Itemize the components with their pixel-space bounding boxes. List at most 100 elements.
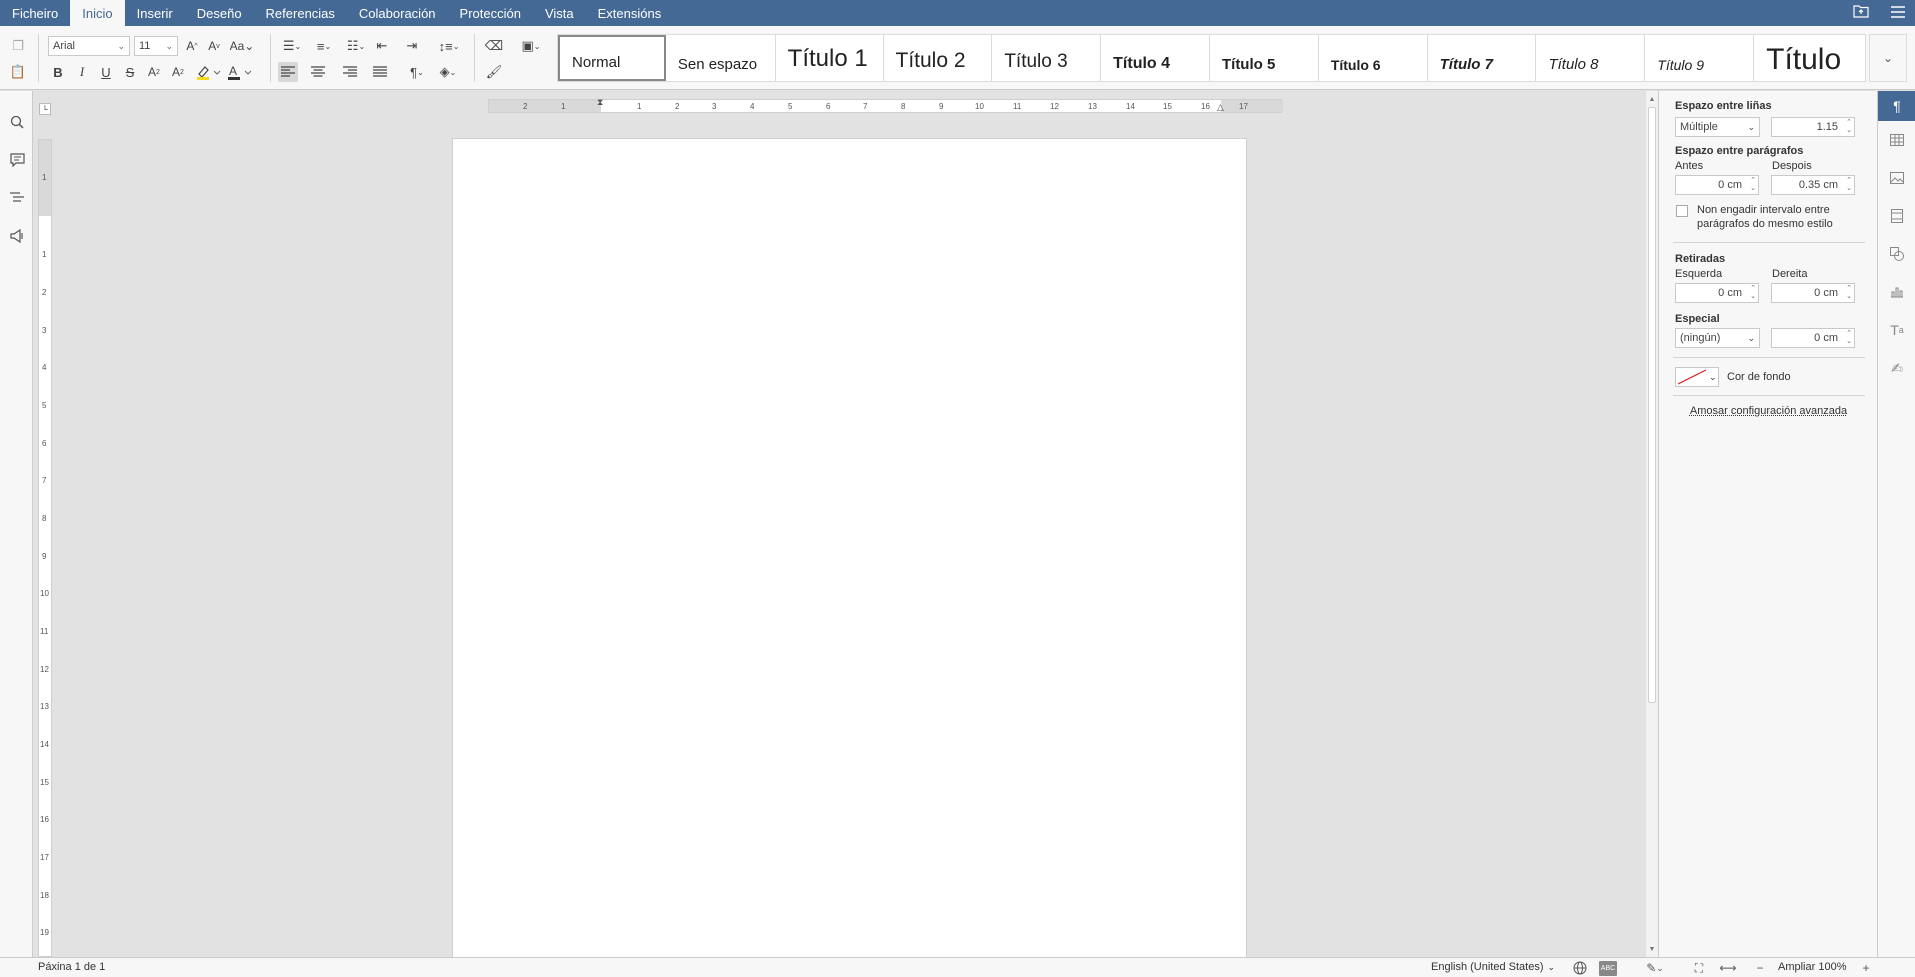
zoom-level[interactable]: Ampliar 100%: [1778, 961, 1846, 973]
shape-settings-icon[interactable]: [1886, 243, 1908, 265]
change-case-icon[interactable]: Aa⌄: [228, 36, 256, 56]
open-file-location-icon[interactable]: [1853, 4, 1869, 22]
tab-extensions[interactable]: Extensións: [586, 0, 674, 26]
vertical-scrollbar[interactable]: ▲ ▼: [1646, 91, 1658, 957]
tab-proteccion[interactable]: Protección: [448, 0, 533, 26]
indent-left-input[interactable]: 0 cm ⌃ ⌄: [1675, 283, 1759, 303]
justify-icon[interactable]: [370, 62, 390, 82]
zoom-in-icon[interactable]: +: [1857, 959, 1875, 977]
color-scheme-icon[interactable]: ▣ ⌄: [516, 36, 546, 56]
scroll-down-icon[interactable]: ▼: [1646, 943, 1658, 955]
copy-style-icon[interactable]: 🖌: [484, 62, 504, 82]
tab-deseno[interactable]: Deseño: [185, 0, 254, 26]
increase-font-icon[interactable]: A ^: [182, 36, 202, 56]
style-heading-2[interactable]: Título 2: [884, 35, 993, 81]
zoom-out-icon[interactable]: −: [1751, 959, 1769, 977]
numbered-list-icon[interactable]: ≡ ⌄: [310, 36, 338, 56]
horizontal-ruler[interactable]: ⧗ △ 2 1 1 2 3 4 5 6 7 8 9 10 11 12 13 14…: [488, 99, 1282, 113]
comments-icon[interactable]: [6, 149, 28, 171]
spinner-arrows-icon[interactable]: ⌃ ⌄: [1846, 330, 1852, 346]
tab-vista[interactable]: Vista: [533, 0, 586, 26]
clear-style-icon[interactable]: ⌫: [484, 36, 504, 56]
table-settings-icon[interactable]: [1886, 129, 1908, 151]
italic-icon[interactable]: I: [72, 62, 92, 82]
shading-icon[interactable]: ◈ ⌄: [434, 62, 462, 82]
spinner-arrows-icon[interactable]: ⌃ ⌄: [1846, 177, 1852, 193]
copy-icon[interactable]: ❐: [8, 36, 28, 56]
font-size-select[interactable]: 11 ⌄: [134, 36, 178, 56]
style-heading-5[interactable]: Título 5: [1210, 35, 1319, 81]
paragraph-settings-icon[interactable]: ¶: [1878, 91, 1915, 121]
paste-icon[interactable]: 📋: [8, 62, 28, 82]
spinner-arrows-icon[interactable]: ⌃ ⌄: [1846, 119, 1852, 135]
spellcheck-icon[interactable]: ABC: [1599, 961, 1617, 976]
multilevel-list-icon[interactable]: ☷ ⌄: [342, 36, 370, 56]
styles-expand-button[interactable]: ⌄: [1869, 34, 1907, 82]
tab-ficheiro[interactable]: Ficheiro: [0, 0, 70, 26]
scroll-up-icon[interactable]: ▲: [1646, 93, 1658, 105]
advanced-settings-link[interactable]: Amosar configuración avanzada: [1659, 405, 1878, 417]
hamburger-menu-icon[interactable]: [1891, 5, 1905, 22]
fit-width-icon[interactable]: ⟷: [1719, 959, 1737, 977]
fit-page-icon[interactable]: ⛶: [1690, 959, 1708, 977]
tab-inicio[interactable]: Inicio: [70, 0, 124, 26]
style-heading-4[interactable]: Título 4: [1101, 35, 1210, 81]
style-heading-9[interactable]: Título 9: [1645, 35, 1754, 81]
spinner-arrows-icon[interactable]: ⌃ ⌄: [1750, 177, 1756, 193]
search-icon[interactable]: [6, 111, 28, 133]
tab-stop-selector[interactable]: └: [39, 103, 51, 115]
style-heading-8[interactable]: Título 8: [1536, 35, 1645, 81]
chart-settings-icon[interactable]: [1886, 281, 1908, 303]
highlight-color-icon[interactable]: [194, 62, 222, 82]
underline-icon[interactable]: U: [96, 62, 116, 82]
spacing-after-input[interactable]: 0.35 cm ⌃ ⌄: [1771, 175, 1855, 195]
special-indent-input[interactable]: 0 cm ⌃ ⌄: [1771, 328, 1855, 348]
line-spacing-value-input[interactable]: 1.15 ⌃ ⌄: [1771, 117, 1855, 137]
style-title[interactable]: Título: [1754, 35, 1865, 81]
decrease-font-icon[interactable]: Av: [204, 36, 224, 56]
indent-right-input[interactable]: 0 cm ⌃ ⌄: [1771, 283, 1855, 303]
globe-icon[interactable]: [1571, 959, 1589, 977]
spinner-arrows-icon[interactable]: ⌃ ⌄: [1750, 285, 1756, 301]
increase-indent-icon[interactable]: ⇥: [402, 36, 422, 56]
tab-referencias[interactable]: Referencias: [254, 0, 347, 26]
line-spacing-mode-select[interactable]: Múltiple ⌄: [1675, 117, 1760, 137]
style-heading-7[interactable]: Título 7: [1428, 35, 1537, 81]
tab-inserir[interactable]: Inserir: [125, 0, 185, 26]
decrease-indent-icon[interactable]: ⇤: [372, 36, 392, 56]
font-color-icon[interactable]: A: [226, 62, 254, 82]
vertical-ruler[interactable]: 1 1 2 3 4 5 6 7 8 9 10 11 12 13 14 15 16…: [38, 139, 52, 957]
document-page[interactable]: [452, 138, 1247, 957]
align-right-icon[interactable]: [340, 62, 360, 82]
no-interval-checkbox[interactable]: [1676, 205, 1688, 217]
superscript-icon[interactable]: A2: [144, 62, 164, 82]
spacing-before-input[interactable]: 0 cm ⌃ ⌄: [1675, 175, 1759, 195]
style-normal[interactable]: Normal: [558, 35, 666, 81]
indent-marker-right[interactable]: △: [1217, 103, 1224, 112]
bold-icon[interactable]: B: [48, 62, 68, 82]
font-name-select[interactable]: Arial ⌄: [48, 36, 130, 56]
feedback-icon[interactable]: [6, 225, 28, 247]
style-no-spacing[interactable]: Sen espazo: [666, 35, 776, 81]
page-info[interactable]: Páxina 1 de 1: [38, 961, 105, 973]
signature-icon[interactable]: ✍: [1886, 357, 1908, 379]
align-left-icon[interactable]: [278, 62, 298, 82]
background-color-picker[interactable]: ⌄: [1675, 367, 1719, 387]
tab-colaboracion[interactable]: Colaboración: [347, 0, 448, 26]
spinner-arrows-icon[interactable]: ⌃ ⌄: [1846, 285, 1852, 301]
bullet-list-icon[interactable]: ☰ ⌄: [278, 36, 306, 56]
style-heading-1[interactable]: Título 1: [776, 35, 884, 81]
paragraph-marks-icon[interactable]: ¶ ⌄: [404, 62, 430, 82]
style-heading-3[interactable]: Título 3: [992, 35, 1101, 81]
text-art-icon[interactable]: Ta: [1886, 319, 1908, 341]
subscript-icon[interactable]: A2: [168, 62, 188, 82]
language-select[interactable]: English (United States) ⌄: [1431, 961, 1555, 973]
style-heading-6[interactable]: Título 6: [1319, 35, 1428, 81]
scrollbar-thumb[interactable]: [1648, 107, 1656, 703]
image-settings-icon[interactable]: [1886, 167, 1908, 189]
strikethrough-icon[interactable]: S: [120, 62, 140, 82]
special-indent-select[interactable]: (ningún) ⌄: [1675, 328, 1760, 348]
indent-marker-left[interactable]: ⧗: [597, 98, 603, 107]
track-changes-icon[interactable]: ✎ ⌄: [1641, 959, 1669, 977]
header-footer-icon[interactable]: [1886, 205, 1908, 227]
